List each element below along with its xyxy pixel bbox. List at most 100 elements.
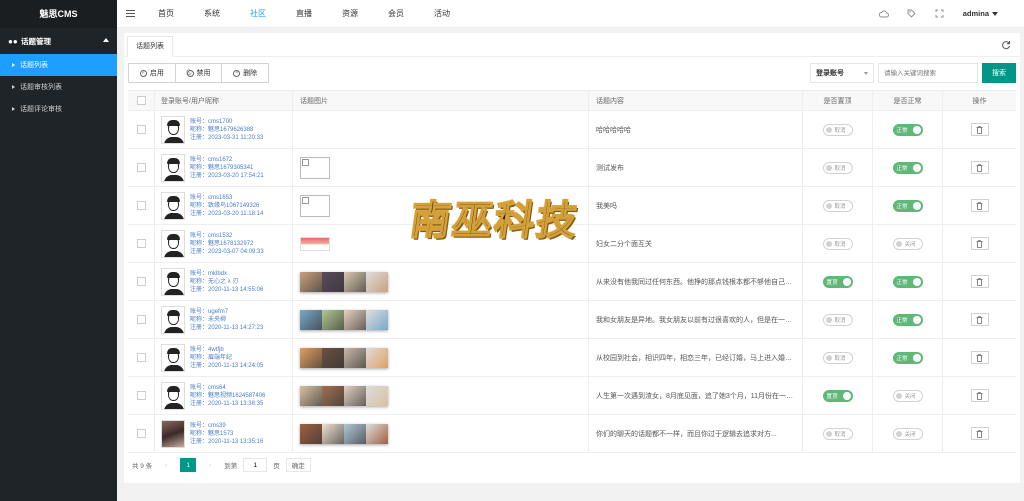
cloud-icon[interactable]: [878, 9, 889, 19]
avatar: [161, 381, 185, 410]
top-switch[interactable]: 取消: [822, 351, 853, 364]
topic-image[interactable]: [344, 347, 366, 368]
next-page-icon[interactable]: ›: [202, 458, 218, 472]
top-switch[interactable]: 取消: [822, 123, 853, 136]
row-delete-button[interactable]: [970, 123, 989, 136]
topic-image[interactable]: [344, 309, 366, 330]
topic-images[interactable]: [300, 271, 388, 292]
table-body: 账号：cms1700 昵称：魅思1679626388 注册：2023-03-31…: [128, 111, 1016, 453]
normal-switch[interactable]: 关闭: [892, 237, 923, 250]
row-delete-button[interactable]: [970, 351, 989, 364]
prev-page-icon[interactable]: ‹: [158, 458, 174, 472]
topic-image[interactable]: [322, 423, 344, 444]
tab-topic-list[interactable]: 话题列表: [127, 36, 173, 57]
reg-value: 2023-03-07 04:09:33: [208, 248, 264, 255]
normal-switch[interactable]: 正常: [892, 275, 923, 288]
row-delete-button[interactable]: [970, 275, 989, 288]
image-placeholder[interactable]: [300, 156, 330, 179]
sidebar-item-comment-review[interactable]: 话题评论审核: [0, 98, 117, 120]
topnav-community[interactable]: 社区: [235, 0, 281, 28]
topic-images[interactable]: [300, 385, 388, 406]
sidebar-item-topic-list[interactable]: 话题列表: [0, 54, 117, 76]
topic-images[interactable]: [300, 347, 388, 368]
top-switch[interactable]: 置顶: [822, 389, 853, 402]
topic-image[interactable]: [300, 309, 322, 330]
goto-page-input[interactable]: [243, 458, 268, 472]
topnav-system[interactable]: 系统: [189, 0, 235, 28]
topic-image[interactable]: [344, 423, 366, 444]
normal-switch[interactable]: 正常: [892, 199, 923, 212]
normal-switch[interactable]: 关闭: [892, 389, 923, 402]
row-checkbox[interactable]: [136, 201, 146, 210]
topic-image[interactable]: [322, 347, 344, 368]
image-placeholder[interactable]: [300, 194, 330, 217]
topic-images[interactable]: [300, 423, 388, 444]
normal-switch[interactable]: 正常: [892, 351, 923, 364]
topic-image[interactable]: [300, 347, 322, 368]
topnav-live[interactable]: 直播: [281, 0, 327, 28]
user-menu[interactable]: admina: [963, 9, 998, 18]
delete-button[interactable]: × 删除: [222, 64, 268, 82]
row-delete-button[interactable]: [970, 389, 989, 402]
row-checkbox[interactable]: [136, 353, 146, 362]
top-switch[interactable]: 置顶: [822, 275, 853, 288]
row-checkbox[interactable]: [136, 277, 146, 286]
top-switch[interactable]: 取消: [822, 161, 853, 174]
fullscreen-icon[interactable]: [935, 9, 945, 19]
topic-image[interactable]: [300, 236, 330, 251]
topic-image[interactable]: [300, 423, 322, 444]
top-switch[interactable]: 取消: [822, 237, 853, 250]
username: admina: [962, 9, 989, 18]
topic-image[interactable]: [344, 271, 366, 292]
enable-button[interactable]: ✓ 启用: [129, 64, 176, 82]
topic-image[interactable]: [322, 309, 344, 330]
topic-image[interactable]: [300, 385, 322, 406]
row-delete-button[interactable]: [970, 161, 989, 174]
topic-image[interactable]: [322, 385, 344, 406]
refresh-icon[interactable]: [1001, 40, 1011, 50]
topnav-activity[interactable]: 活动: [419, 0, 465, 28]
topnav-home[interactable]: 首页: [143, 0, 189, 28]
normal-switch[interactable]: 关闭: [892, 427, 923, 440]
row-checkbox[interactable]: [136, 125, 146, 134]
goto-confirm-button[interactable]: 确定: [285, 458, 311, 472]
topic-image[interactable]: [366, 347, 388, 368]
row-delete-button[interactable]: [970, 427, 989, 440]
top-switch[interactable]: 取消: [822, 199, 853, 212]
topic-images[interactable]: [300, 309, 388, 330]
topic-image[interactable]: [366, 309, 388, 330]
row-checkbox[interactable]: [136, 163, 146, 172]
top-switch[interactable]: 取消: [822, 427, 853, 440]
topic-image[interactable]: [322, 271, 344, 292]
topic-image[interactable]: [344, 385, 366, 406]
topic-image[interactable]: [366, 385, 388, 406]
normal-switch[interactable]: 正常: [892, 161, 923, 174]
row-checkbox[interactable]: [136, 391, 146, 400]
row-delete-button[interactable]: [970, 199, 989, 212]
search-button[interactable]: 搜索: [982, 63, 1016, 83]
menu-toggle-icon[interactable]: [117, 9, 143, 18]
row-delete-button[interactable]: [970, 313, 989, 326]
page-1-button[interactable]: 1: [180, 458, 197, 472]
row-checkbox[interactable]: [136, 239, 146, 248]
topnav-resources[interactable]: 资源: [327, 0, 373, 28]
reg-value: 2020-11-13 14:27:23: [208, 324, 264, 331]
topic-image[interactable]: [366, 423, 388, 444]
top-switch[interactable]: 取消: [822, 313, 853, 326]
normal-switch[interactable]: 正常: [892, 313, 923, 326]
row-checkbox[interactable]: [136, 429, 146, 438]
normal-switch[interactable]: 正常: [892, 123, 923, 136]
disable-button[interactable]: ⃠禁用: [176, 64, 223, 82]
topic-image[interactable]: [300, 271, 322, 292]
row-delete-button[interactable]: [970, 237, 989, 250]
topnav-members[interactable]: 会员: [373, 0, 419, 28]
topic-image[interactable]: [366, 271, 388, 292]
search-field-select[interactable]: 登录账号: [810, 63, 874, 83]
search-input[interactable]: [878, 63, 978, 83]
tag-icon[interactable]: [907, 9, 917, 19]
row-checkbox[interactable]: [136, 315, 146, 324]
reg-value: 2020-11-13 13:35:16: [208, 438, 264, 445]
sidebar-group-topic-manage[interactable]: ●● 话题管理: [0, 28, 117, 54]
sidebar-item-topic-review[interactable]: 话题审核列表: [0, 76, 117, 98]
select-all-checkbox[interactable]: [136, 96, 146, 105]
